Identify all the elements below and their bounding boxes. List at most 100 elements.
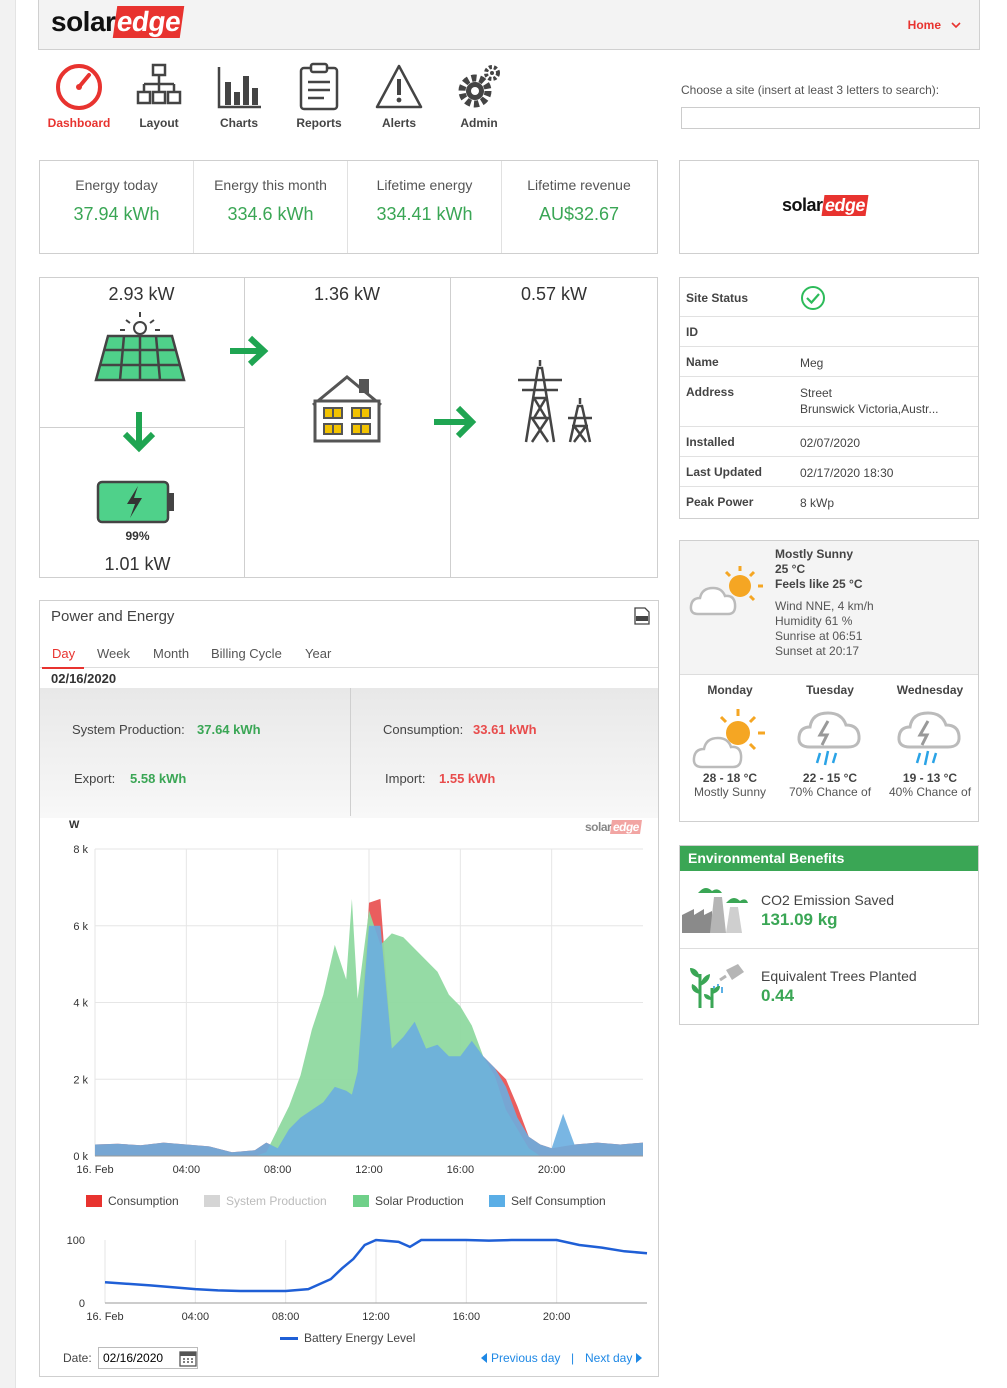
env-benefits-title: Environmental Benefits xyxy=(680,846,978,871)
forecast-wednesday: Wednesday 19 - 13 °C 40% Chance of xyxy=(880,683,980,799)
left-strip xyxy=(0,0,16,1388)
stat-value: 334.41 kWh xyxy=(376,204,473,224)
co2-label: CO2 Emission Saved xyxy=(761,892,895,908)
power-chart: 0 k 2 k 4 k 6 k 8 k 16. Feb 04:00 08:00 12:00 16:… xyxy=(73,844,643,1176)
legend-self-consumption[interactable]: Self Consumption xyxy=(489,1194,606,1208)
self-consumption-area xyxy=(95,925,643,1156)
tab-month[interactable]: Month xyxy=(153,646,189,661)
stat-lifetime-revenue: Lifetime revenue AU$32.67 xyxy=(502,161,656,253)
co2-value: 131.09 kg xyxy=(761,910,838,929)
import-label: Import: xyxy=(385,771,426,786)
check-circle-icon xyxy=(801,286,825,310)
clipboard-icon xyxy=(299,62,339,111)
legend-battery-level[interactable]: Battery Energy Level xyxy=(280,1331,415,1345)
tab-billing-cycle[interactable]: Billing Cycle xyxy=(211,646,282,661)
status-row-id: ID xyxy=(680,317,978,347)
status-key: Last Updated xyxy=(686,465,763,479)
status-row-name: Name Meg xyxy=(680,347,978,377)
weather-wind: Wind NNE, 4 km/h xyxy=(775,599,874,613)
chevron-down-icon xyxy=(951,21,961,28)
forecast-desc: 70% Chance of xyxy=(788,785,872,799)
top-header: solar edge Home xyxy=(38,0,980,50)
status-value: 02/17/2020 18:30 xyxy=(800,466,894,480)
system-production-value: 37.64 kWh xyxy=(197,722,261,737)
nav-label: Admin xyxy=(460,116,498,130)
active-tab-indicator xyxy=(42,667,84,669)
logo-solar-text: solar xyxy=(51,6,116,37)
legend-consumption[interactable]: Consumption xyxy=(86,1194,179,1208)
warning-icon xyxy=(375,64,423,109)
legend-label: Consumption xyxy=(108,1194,179,1208)
legend-swatch xyxy=(353,1195,369,1207)
tab-week[interactable]: Week xyxy=(97,646,130,661)
logo-edge-text: edge xyxy=(610,820,643,834)
status-row-site-status: Site Status xyxy=(680,278,978,317)
forecast-temp: 22 - 15 °C xyxy=(802,771,858,785)
site-logo-box: solar edge xyxy=(679,160,979,254)
nav-layout[interactable]: Layout xyxy=(124,62,194,130)
weather-sunrise: Sunrise at 06:51 xyxy=(775,629,863,643)
y-tick-label: 0 xyxy=(79,1298,85,1310)
next-day-link[interactable]: Next day xyxy=(585,1351,643,1365)
status-key: Address xyxy=(686,385,735,399)
status-row-last-updated: Last Updated 02/17/2020 18:30 xyxy=(680,457,978,487)
legend-solar-production[interactable]: Solar Production xyxy=(353,1194,464,1208)
logo-solar-text: solar xyxy=(585,820,612,834)
legend-label: Self Consumption xyxy=(511,1194,606,1208)
nav-alerts[interactable]: Alerts xyxy=(364,62,434,130)
x-tick-label: 08:00 xyxy=(264,1164,292,1176)
forecast-desc: 40% Chance of xyxy=(888,785,972,799)
forecast-tuesday: Tuesday 22 - 15 °C 70% Chance of xyxy=(780,683,880,799)
forecast-temp: 28 - 18 °C xyxy=(702,771,758,785)
storm-icon xyxy=(897,711,961,766)
nav-charts[interactable]: Charts xyxy=(204,62,274,130)
status-value: Street xyxy=(800,386,833,400)
home-menu[interactable]: Home xyxy=(908,18,961,32)
calendar-icon[interactable] xyxy=(179,1349,197,1367)
chevron-right-icon xyxy=(636,1353,643,1363)
pe-divider xyxy=(40,667,658,668)
nav-reports[interactable]: Reports xyxy=(284,62,354,130)
forecast-desc: Mostly Sunny xyxy=(693,785,767,799)
import-value: 1.55 kWh xyxy=(439,771,496,786)
nav-label: Charts xyxy=(219,116,258,130)
battery-icon xyxy=(96,480,174,524)
tab-year[interactable]: Year xyxy=(305,646,331,661)
stat-value: 334.6 kWh xyxy=(227,204,314,224)
next-day-label: Next day xyxy=(585,1351,633,1365)
status-value: Meg xyxy=(800,356,824,370)
x-tick-label: 04:00 xyxy=(182,1311,210,1323)
gear-icon xyxy=(458,65,500,108)
legend-swatch xyxy=(489,1195,505,1207)
nav-label: Layout xyxy=(139,116,179,130)
y-tick-label: 0 k xyxy=(73,1151,88,1163)
house-icon xyxy=(312,375,382,443)
legend-system-production[interactable]: System Production xyxy=(204,1194,327,1208)
forecast-monday: Monday 28 - 18 °C Mostly Sunny xyxy=(680,683,780,799)
tab-day[interactable]: Day xyxy=(52,646,75,661)
forecast-day: Monday xyxy=(707,683,753,697)
forecast-temp: 19 - 13 °C xyxy=(902,771,958,785)
stat-energy-month: Energy this month 334.6 kWh xyxy=(194,161,348,253)
previous-day-link[interactable]: Previous day xyxy=(481,1351,560,1365)
legend-label: Solar Production xyxy=(375,1194,464,1208)
trees-value: 0.44 xyxy=(761,986,795,1005)
solar-power-value: 2.93 kW xyxy=(108,284,175,304)
nav-dashboard[interactable]: Dashboard xyxy=(44,62,114,130)
status-value: 02/07/2020 xyxy=(800,436,861,450)
trees-label: Equivalent Trees Planted xyxy=(761,968,917,984)
solaredge-logo[interactable]: solar edge xyxy=(51,6,186,38)
status-key: Installed xyxy=(686,435,735,449)
grid-power-value: 0.57 kW xyxy=(520,284,588,304)
stat-energy-today: Energy today 37.94 kWh xyxy=(40,161,194,253)
weather-feels-like: Feels like 25 °C xyxy=(775,577,863,591)
site-search-input[interactable] xyxy=(681,107,980,129)
nav-admin[interactable]: Admin xyxy=(444,62,514,130)
date-label: Date: xyxy=(63,1351,92,1365)
energy-summary xyxy=(40,688,658,818)
logo-edge-text: edge xyxy=(113,6,186,38)
speedometer-icon xyxy=(56,64,102,110)
battery-power-value: 1.01 kW xyxy=(104,554,171,574)
arrow-right-icon xyxy=(434,405,477,439)
csv-export-icon[interactable] xyxy=(634,607,650,625)
